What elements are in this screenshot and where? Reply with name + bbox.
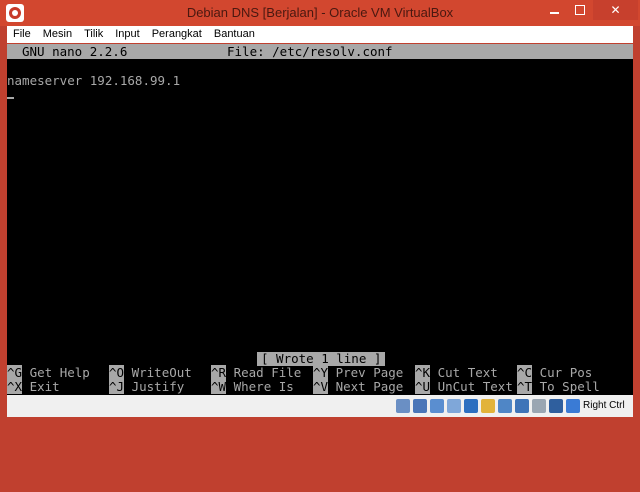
shortcut-writeout: ^O WriteOut bbox=[109, 365, 192, 380]
shortcut-label: Exit bbox=[29, 379, 60, 394]
shortcut-row-1: ^G Get Help ^O WriteOut ^R Read File ^Y … bbox=[7, 365, 633, 380]
shortcut-justify: ^J Justify bbox=[109, 379, 185, 394]
display-icon[interactable] bbox=[498, 399, 512, 413]
shortcut-key: ^K bbox=[415, 365, 431, 380]
optical-drive-icon[interactable] bbox=[413, 399, 427, 413]
mouse-integration-icon[interactable] bbox=[549, 399, 563, 413]
text-cursor bbox=[7, 97, 14, 99]
menu-tilik[interactable]: Tilik bbox=[78, 26, 109, 43]
maximize-button[interactable] bbox=[567, 0, 593, 20]
menu-perangkat[interactable]: Perangkat bbox=[146, 26, 208, 43]
shortcut-key: ^G bbox=[7, 365, 23, 380]
shortcut-key: ^V bbox=[313, 379, 329, 394]
shortcut-label: Prev Page bbox=[335, 365, 404, 380]
shortcut-label: Cur Pos bbox=[539, 365, 593, 380]
shortcut-key: ^R bbox=[211, 365, 227, 380]
host-key-label: Right Ctrl bbox=[583, 400, 625, 411]
shortcut-next-page: ^V Next Page bbox=[313, 379, 404, 394]
shortcut-label: UnCut Text bbox=[437, 379, 513, 394]
recording-icon[interactable] bbox=[515, 399, 529, 413]
minimize-button[interactable] bbox=[541, 0, 567, 20]
vm-status-bar: Right Ctrl bbox=[7, 395, 633, 417]
hard-disk-icon[interactable] bbox=[396, 399, 410, 413]
shortcut-label: Cut Text bbox=[437, 365, 498, 380]
shortcut-where-is: ^W Where Is bbox=[211, 379, 294, 394]
floppy-icon[interactable] bbox=[447, 399, 461, 413]
file-content-line: nameserver 192.168.99.1 bbox=[7, 73, 181, 88]
shortcut-key: ^X bbox=[7, 379, 23, 394]
shortcut-key: ^J bbox=[109, 379, 125, 394]
shortcut-key: ^W bbox=[211, 379, 227, 394]
shortcut-read-file: ^R Read File bbox=[211, 365, 302, 380]
menu-bar: File Mesin Tilik Input Perangkat Bantuan bbox=[7, 26, 633, 43]
menu-mesin[interactable]: Mesin bbox=[37, 26, 78, 43]
shortcut-key: ^O bbox=[109, 365, 125, 380]
shortcut-key: ^C bbox=[517, 365, 533, 380]
shortcut-label: Get Help bbox=[29, 365, 90, 380]
shortcut-prev-page: ^Y Prev Page bbox=[313, 365, 404, 380]
shortcut-uncut-text: ^U UnCut Text bbox=[415, 379, 513, 394]
shortcut-exit: ^X Exit bbox=[7, 379, 60, 394]
nano-status-message: [ Wrote 1 line ] bbox=[257, 352, 386, 366]
shortcut-to-spell: ^T To Spell bbox=[517, 379, 600, 394]
close-button[interactable]: ✕ bbox=[593, 0, 638, 20]
menu-input[interactable]: Input bbox=[109, 26, 145, 43]
usb-icon[interactable] bbox=[430, 399, 444, 413]
cpu-icon[interactable] bbox=[532, 399, 546, 413]
shortcut-row-2: ^X Exit ^J Justify ^W Where Is ^V Next P… bbox=[7, 379, 633, 394]
menu-bantuan[interactable]: Bantuan bbox=[208, 26, 261, 43]
shortcut-label: Justify bbox=[131, 379, 185, 394]
shortcut-label: WriteOut bbox=[131, 365, 192, 380]
network-icon[interactable] bbox=[464, 399, 478, 413]
shared-folders-icon[interactable] bbox=[481, 399, 495, 413]
shortcut-label: To Spell bbox=[539, 379, 600, 394]
shortcut-key: ^Y bbox=[313, 365, 329, 380]
nano-header-bar: GNU nano 2.2.6 File: /etc/resolv.conf bbox=[7, 44, 633, 59]
minimize-icon bbox=[549, 12, 559, 14]
nano-file-name: File: /etc/resolv.conf bbox=[227, 44, 393, 59]
shortcut-get-help: ^G Get Help bbox=[7, 365, 90, 380]
maximize-icon bbox=[575, 5, 585, 15]
arrow-icon[interactable] bbox=[566, 399, 580, 413]
menu-file[interactable]: File bbox=[7, 26, 37, 43]
shortcut-label: Next Page bbox=[335, 379, 404, 394]
vm-console-screen[interactable]: GNU nano 2.2.6 File: /etc/resolv.conf na… bbox=[7, 44, 633, 395]
title-bar: Debian DNS [Berjalan] - Oracle VM Virtua… bbox=[0, 0, 640, 26]
nano-version: GNU nano 2.2.6 bbox=[22, 44, 128, 59]
close-icon: ✕ bbox=[610, 3, 621, 17]
shortcut-label: Where Is bbox=[233, 379, 294, 394]
shortcut-cut-text: ^K Cut Text bbox=[415, 365, 498, 380]
shortcut-key: ^U bbox=[415, 379, 431, 394]
shortcut-label: Read File bbox=[233, 365, 302, 380]
shortcut-key: ^T bbox=[517, 379, 533, 394]
shortcut-cur-pos: ^C Cur Pos bbox=[517, 365, 593, 380]
